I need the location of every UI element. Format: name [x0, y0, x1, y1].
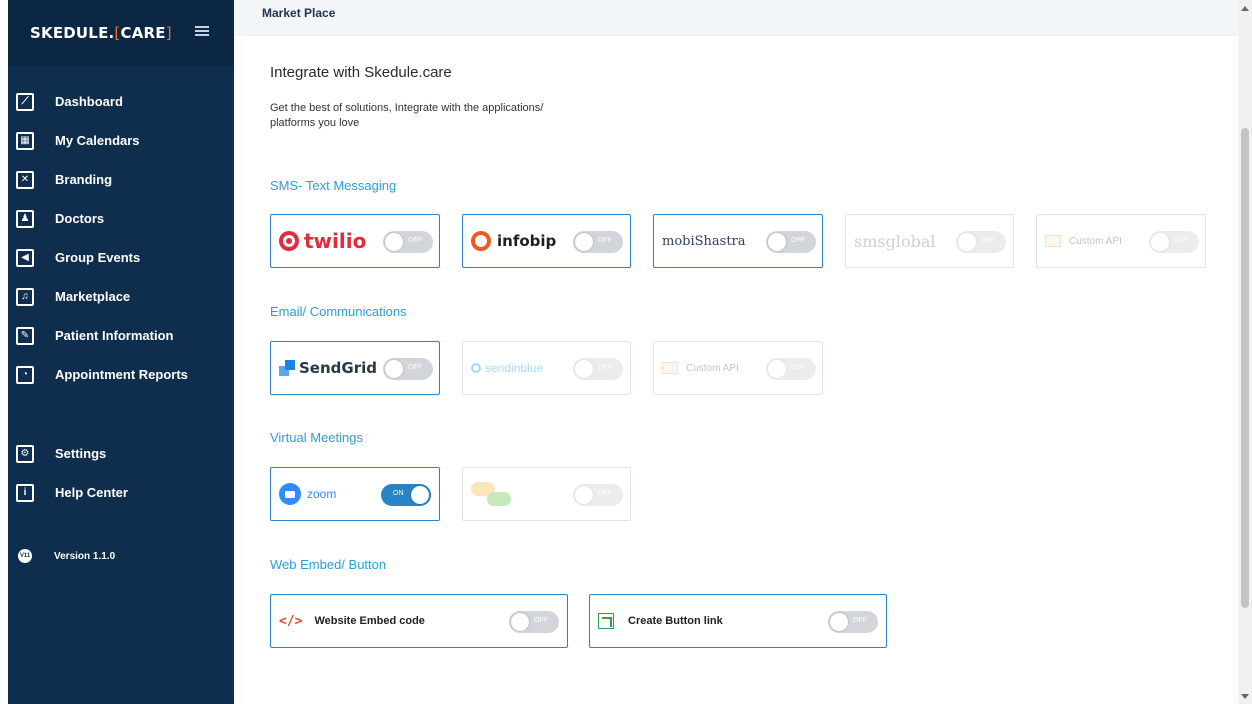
marketplace-icon: ♫ [16, 287, 34, 306]
integration-tile-website-embed[interactable]: </> Website Embed code OFF [270, 594, 568, 648]
section-title-email: Email/ Communications [270, 304, 407, 319]
sendgrid-toggle[interactable]: OFF [383, 358, 433, 380]
integration-tile-sendinblue[interactable]: sendinblue OFF [462, 341, 631, 395]
button-link-toggle[interactable]: OFF [828, 611, 878, 633]
sidebar-item-help-center[interactable]: i Help Center [8, 473, 234, 512]
infobip-icon [471, 231, 491, 251]
sidebar-item-doctors[interactable]: ♟ Doctors [8, 199, 234, 238]
sidebar-item-label: Doctors [55, 211, 105, 226]
sidebar-item-appointment-reports[interactable]: ◔ Appointment Reports [8, 355, 234, 394]
mobishastra-logo: mobiShastra [662, 233, 746, 249]
version-badge: V11 [18, 549, 32, 563]
meeting-app-logo [471, 482, 513, 506]
sendinblue-logo: sendinblue [471, 361, 543, 375]
embed-logo: </> Website Embed code [279, 613, 425, 629]
chat-bubbles-icon [471, 482, 513, 506]
version-info: V11 Version 1.1.0 [18, 549, 115, 563]
twilio-icon [279, 231, 299, 251]
integration-tile-meeting-app[interactable]: OFF [462, 467, 631, 521]
integration-tile-smsglobal[interactable]: smsglobal OFF [845, 214, 1014, 268]
sms-custom-api-toggle[interactable]: OFF [1149, 231, 1199, 253]
sendinblue-toggle[interactable]: OFF [573, 358, 623, 380]
integration-tile-zoom[interactable]: zoom ON [270, 467, 440, 521]
integration-tile-sendgrid[interactable]: SendGrid OFF [270, 341, 440, 395]
sidebar: SKEDULE.[CARE] ⟋ Dashboard ▦ My Calendar… [8, 0, 234, 704]
sidebar-item-label: Branding [55, 172, 113, 187]
smsglobal-logo: smsglobal [854, 231, 936, 251]
sidebar-item-label: Dashboard [55, 94, 123, 109]
sidebar-item-label: Group Events [55, 250, 141, 265]
website-embed-toggle[interactable]: OFF [509, 611, 559, 633]
sidebar-item-label: Help Center [55, 485, 128, 500]
integration-tile-twilio[interactable]: twilio OFF [270, 214, 440, 268]
smsglobal-toggle[interactable]: OFF [956, 231, 1006, 253]
integration-tile-mobishastra[interactable]: mobiShastra OFF [653, 214, 823, 268]
section-title-sms: SMS- Text Messaging [270, 178, 397, 193]
meeting-app-toggle[interactable]: OFF [573, 484, 623, 506]
sidebar-item-label: My Calendars [55, 133, 140, 148]
user-icon: ♟ [16, 209, 34, 228]
sidebar-item-patient-information[interactable]: ✎ Patient Information [8, 316, 234, 355]
email-custom-api-toggle[interactable]: OFF [766, 358, 816, 380]
api-icon [1045, 235, 1061, 247]
button-link-logo: Create Button link [598, 613, 723, 629]
brand-text: SKEDULE.[CARE] [30, 24, 172, 42]
page-title: Market Place [262, 6, 336, 20]
zoom-icon [279, 483, 301, 505]
menu-toggle-icon[interactable] [195, 26, 209, 36]
sidebar-item-label: Marketplace [55, 289, 131, 304]
megaphone-icon: ◀ [16, 248, 34, 267]
integration-tile-sms-custom-api[interactable]: Custom API OFF [1036, 214, 1206, 268]
version-label: Version 1.1.0 [54, 550, 116, 562]
integration-tile-button-link[interactable]: Create Button link OFF [589, 594, 887, 648]
scroll-down-icon[interactable] [1241, 694, 1249, 699]
sidebar-item-group-events[interactable]: ◀ Group Events [8, 238, 234, 277]
page-scrollbar[interactable] [1238, 0, 1252, 704]
branding-icon: ✕ [16, 170, 34, 189]
code-icon: </> [279, 613, 303, 629]
integration-tile-infobip[interactable]: infobip OFF [462, 214, 631, 268]
twilio-logo: twilio [279, 229, 366, 253]
section-title-web-embed: Web Embed/ Button [270, 557, 387, 572]
link-icon [598, 613, 614, 629]
chart-icon: ⟋ [16, 92, 34, 111]
scroll-up-icon[interactable] [1241, 6, 1249, 11]
sidebar-nav: ⟋ Dashboard ▦ My Calendars ✕ Branding ♟ … [8, 82, 234, 512]
integration-tile-email-custom-api[interactable]: Custom API OFF [653, 341, 823, 395]
pie-chart-icon: ◔ [16, 365, 34, 384]
custom-api-logo: Custom API [662, 362, 739, 374]
sidebar-item-label: Settings [55, 446, 107, 461]
api-icon [662, 362, 678, 374]
marketplace-subheading: Get the best of solutions, Integrate wit… [270, 102, 544, 129]
document-icon: ✎ [16, 326, 34, 345]
top-bar [234, 0, 1238, 36]
sidebar-item-label: Appointment Reports [55, 367, 188, 382]
sidebar-item-my-calendars[interactable]: ▦ My Calendars [8, 121, 234, 160]
zoom-toggle[interactable]: ON [381, 484, 431, 506]
brand-logo[interactable]: SKEDULE.[CARE] [8, 0, 234, 66]
mobishastra-toggle[interactable]: OFF [766, 231, 816, 253]
sidebar-item-branding[interactable]: ✕ Branding [8, 160, 234, 199]
sendinblue-icon [471, 363, 481, 373]
infobip-logo: infobip [471, 231, 556, 251]
info-icon: i [16, 483, 34, 502]
sidebar-item-label: Patient Information [55, 328, 174, 343]
sidebar-item-dashboard[interactable]: ⟋ Dashboard [8, 82, 234, 121]
section-title-virtual-meetings: Virtual Meetings [270, 430, 363, 445]
custom-api-logo: Custom API [1045, 235, 1122, 247]
zoom-logo: zoom [279, 483, 336, 505]
gear-icon: ⚙ [16, 444, 34, 463]
sidebar-item-marketplace[interactable]: ♫ Marketplace [8, 277, 234, 316]
scrollbar-thumb[interactable] [1241, 128, 1249, 608]
sendgrid-logo: SendGrid [279, 359, 377, 377]
marketplace-heading: Integrate with Skedule.care [270, 64, 452, 81]
twilio-toggle[interactable]: OFF [383, 231, 433, 253]
calendar-icon: ▦ [16, 131, 34, 150]
sendgrid-icon [279, 360, 295, 376]
sidebar-item-settings[interactable]: ⚙ Settings [8, 434, 234, 473]
infobip-toggle[interactable]: OFF [573, 231, 623, 253]
